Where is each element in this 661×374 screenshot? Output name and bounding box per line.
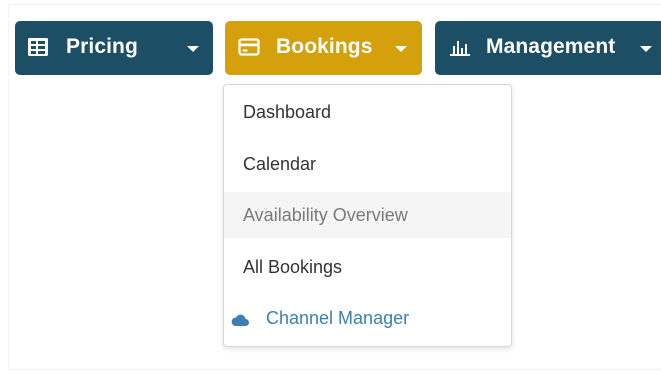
page: Pricing Bookings Management Dashboard Ca…: [0, 0, 661, 374]
management-menu-button[interactable]: Management: [435, 21, 661, 75]
bar-chart-icon: [449, 37, 471, 57]
menu-item-calendar[interactable]: Calendar: [224, 141, 511, 187]
menu-item-availability-overview[interactable]: Availability Overview: [224, 192, 511, 238]
menu-item-label: Channel Manager: [266, 307, 410, 328]
menu-item-label: All Bookings: [243, 256, 343, 277]
menu-item-label: Availability Overview: [243, 204, 408, 225]
bookings-menu-label: Bookings: [276, 35, 373, 58]
cloud-icon: [230, 311, 250, 326]
credit-card-icon: [238, 38, 260, 56]
chevron-down-icon: [187, 46, 199, 52]
menu-item-label: Dashboard: [243, 101, 332, 122]
pricing-table-icon: [27, 37, 49, 57]
bookings-dropdown-menu: Dashboard Calendar Availability Overview…: [223, 84, 512, 347]
top-divider: [8, 4, 661, 5]
bottom-divider: [8, 369, 661, 370]
left-divider: [8, 4, 9, 368]
menu-item-label: Calendar: [243, 153, 317, 174]
menu-item-channel-manager[interactable]: Channel Manager: [224, 295, 511, 341]
management-menu-label: Management: [486, 35, 616, 58]
pricing-menu-label: Pricing: [66, 35, 138, 58]
chevron-down-icon: [640, 46, 652, 52]
menu-item-dashboard[interactable]: Dashboard: [224, 89, 511, 135]
chevron-down-icon: [395, 46, 407, 52]
menu-item-all-bookings[interactable]: All Bookings: [224, 244, 511, 290]
pricing-menu-button[interactable]: Pricing: [15, 21, 213, 75]
bookings-menu-button[interactable]: Bookings: [225, 21, 422, 75]
